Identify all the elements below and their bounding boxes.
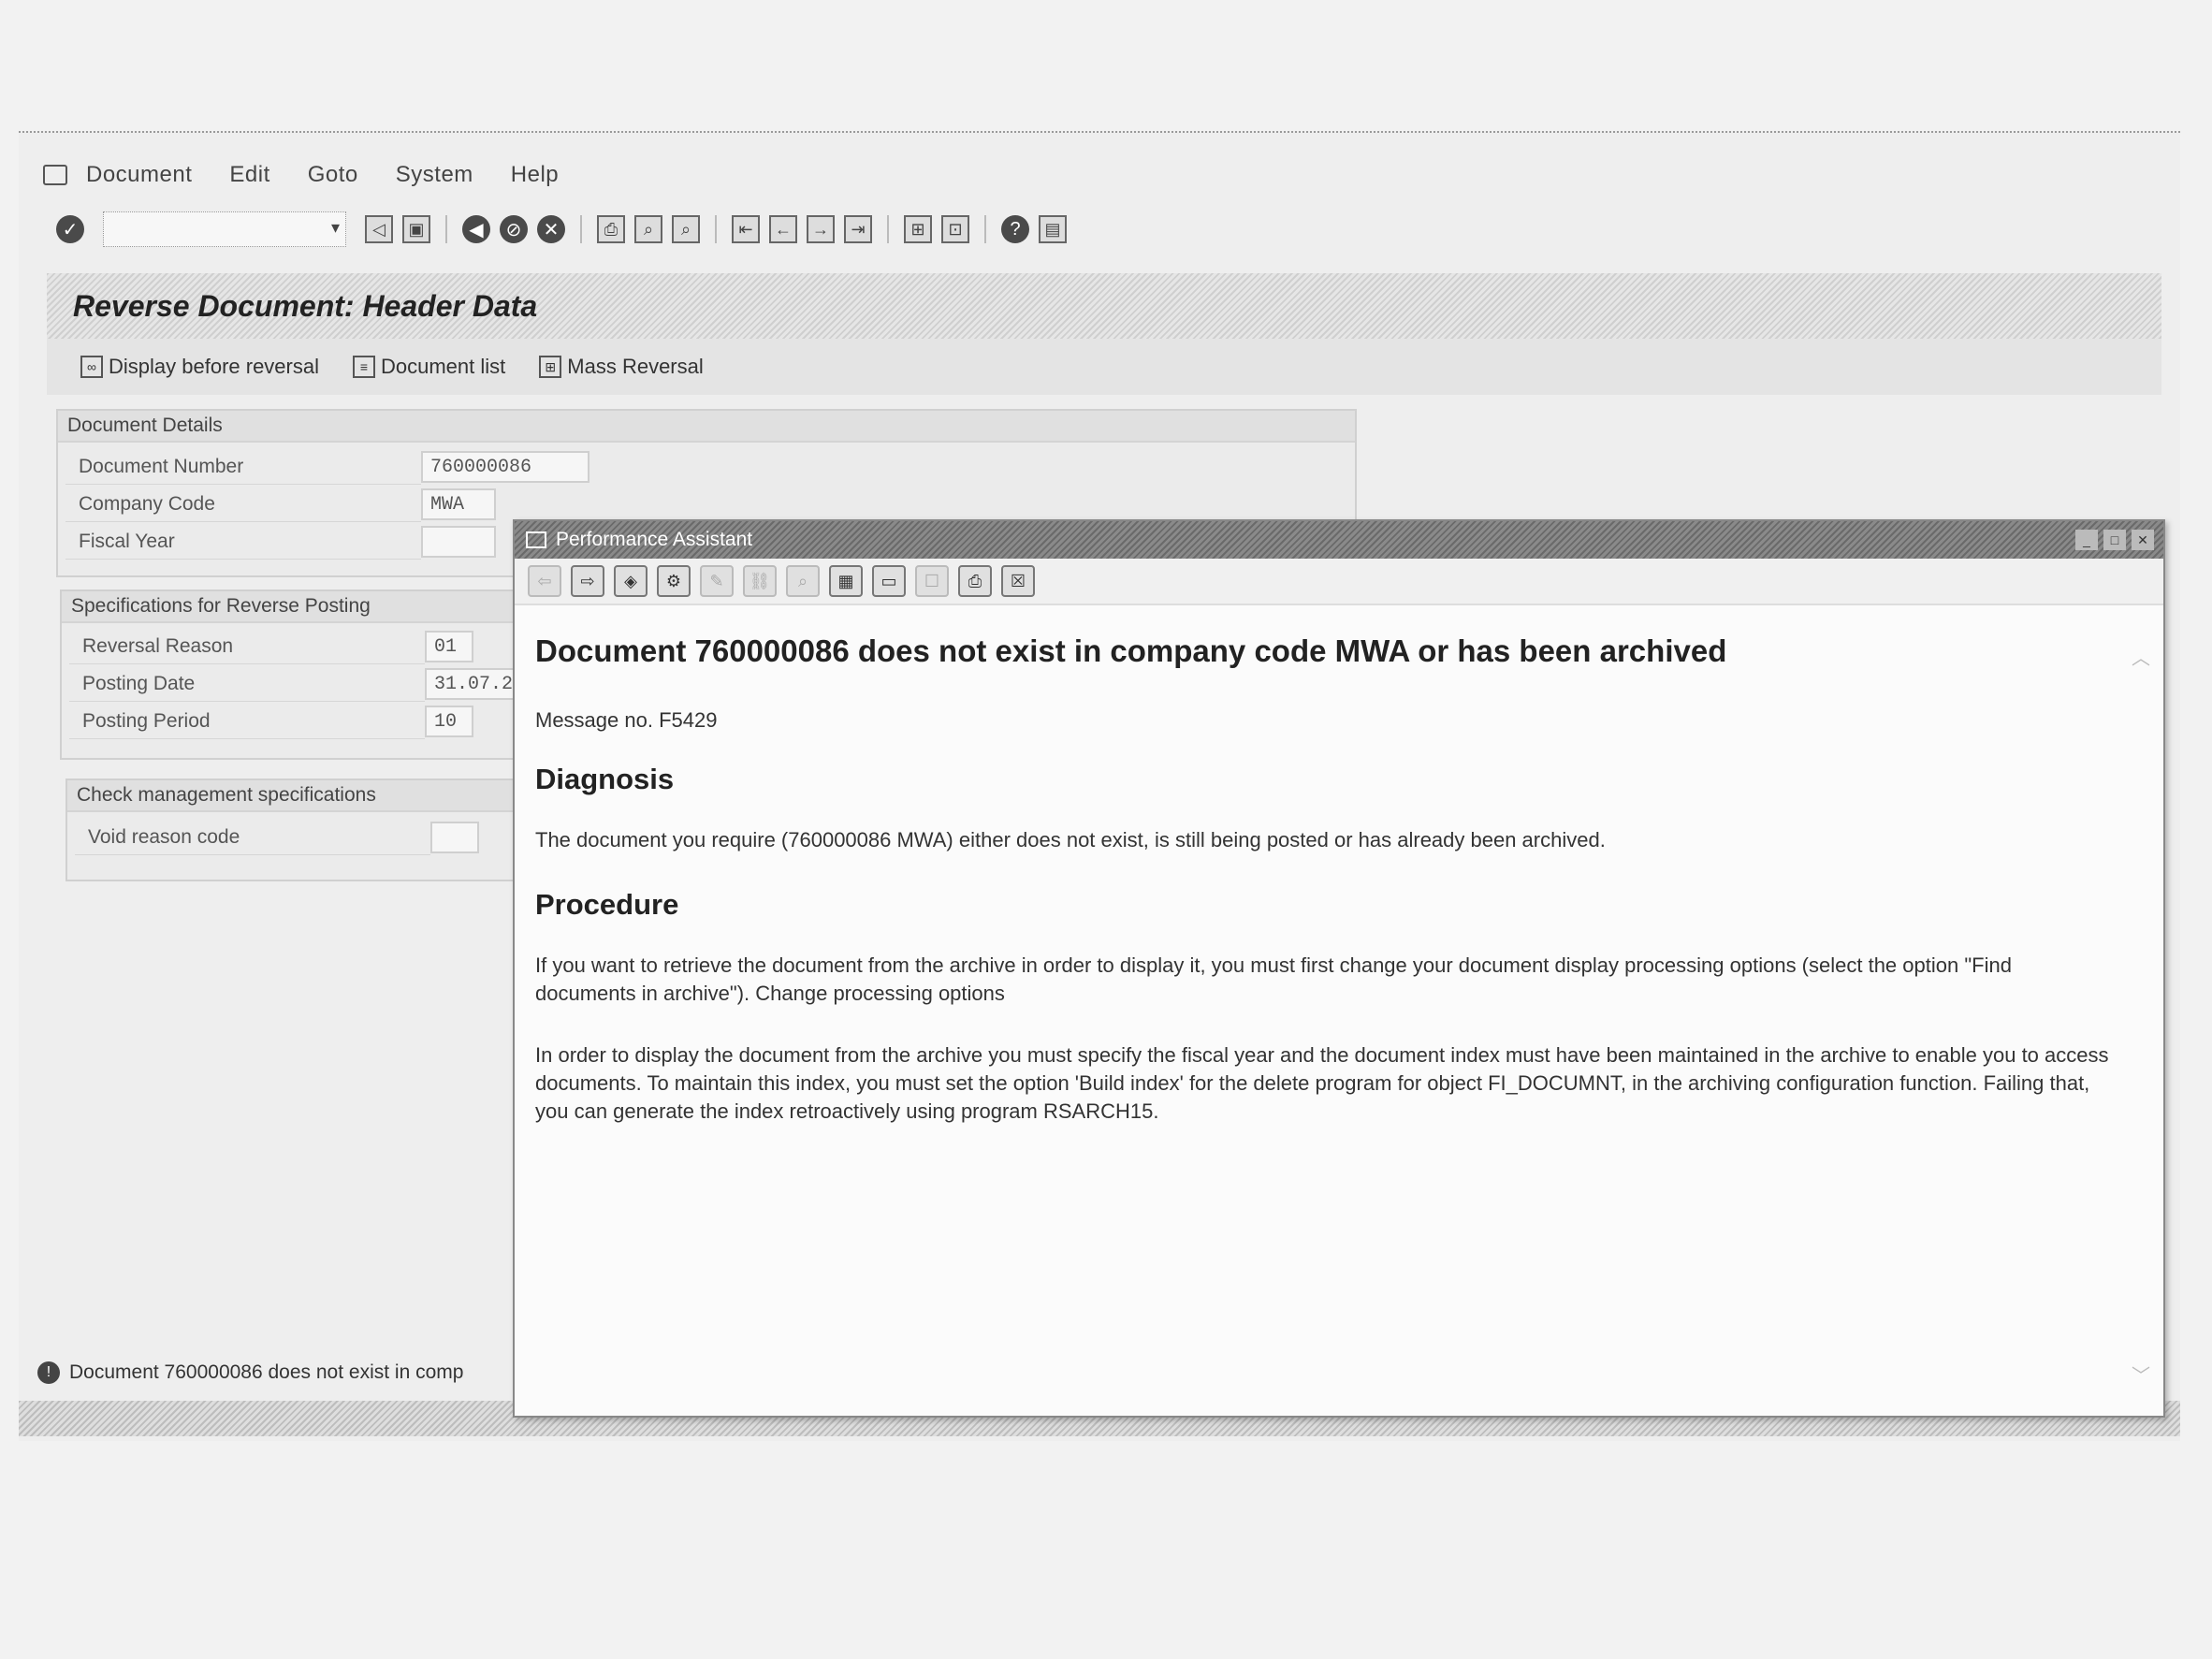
posting-period-field[interactable]: 10 [425, 706, 473, 737]
change-processing-options-link[interactable]: Change processing options [755, 982, 1005, 1005]
settings-icon[interactable]: ⚙ [657, 565, 691, 597]
company-code-label: Company Code [65, 487, 421, 522]
window-icon [526, 531, 546, 548]
note-icon[interactable]: ▭ [872, 565, 906, 597]
print-icon[interactable]: ⎙ [958, 565, 992, 597]
toolbar-separator [715, 215, 717, 243]
help-icon[interactable]: ? [1001, 215, 1029, 243]
scroll-up-icon[interactable]: ︿ [2132, 643, 2150, 670]
message-heading: Document 760000086 does not exist in com… [535, 633, 1727, 668]
posting-period-label: Posting Period [69, 704, 425, 739]
last-page-icon[interactable]: ⇥ [844, 215, 872, 243]
menu-help[interactable]: Help [511, 162, 559, 188]
next-page-icon[interactable]: → [807, 215, 835, 243]
fiscal-year-label: Fiscal Year [65, 524, 421, 560]
dialog-content: Document 760000086 does not exist in com… [535, 633, 2117, 1159]
posting-period-row: Posting Period 10 [69, 704, 473, 739]
dialog-title: Performance Assistant [556, 529, 753, 550]
edit-icon[interactable]: ✎ [700, 565, 734, 597]
reversal-reason-field[interactable]: 01 [425, 631, 473, 662]
dialog-title-bar: Performance Assistant _ □ ✕ [515, 521, 2163, 559]
group-title: Specifications for Reverse Posting [62, 591, 563, 623]
maximize-icon[interactable]: □ [2103, 530, 2126, 550]
toolbar-separator [445, 215, 447, 243]
document-number-row: Document Number 760000086 [65, 449, 589, 485]
document-number-label: Document Number [65, 449, 421, 485]
document-list-button[interactable]: ≡ Document list [352, 355, 505, 379]
new-session-icon[interactable]: ⊞ [904, 215, 932, 243]
close-icon[interactable]: ✕ [2132, 530, 2154, 550]
performance-assistant-dialog: Performance Assistant _ □ ✕ ⇦ ⇨ ◈ ⚙ ✎ ⛓ … [513, 519, 2165, 1418]
group-title: Document Details [58, 411, 1355, 443]
document-number-field[interactable]: 760000086 [421, 451, 589, 483]
company-code-field[interactable]: MWA [421, 488, 496, 520]
back-arrow-icon[interactable]: ⇦ [528, 565, 561, 597]
group-title: Check management specifications [67, 780, 563, 812]
table-icon[interactable]: ▦ [829, 565, 863, 597]
void-reason-label: Void reason code [75, 820, 430, 855]
procedure-paragraph-1: If you want to retrieve the document fro… [535, 952, 2117, 1008]
mass-reversal-button[interactable]: ⊞ Mass Reversal [539, 355, 704, 379]
previous-page-icon[interactable]: ← [769, 215, 797, 243]
menu-bar: Document Edit Goto System Help [19, 152, 2152, 198]
print-icon[interactable]: ⎙ [597, 215, 625, 243]
info-icon: ! [37, 1361, 60, 1384]
back-icon[interactable]: ◀ [462, 215, 490, 243]
save-icon[interactable]: ▣ [402, 215, 430, 243]
menu-system[interactable]: System [396, 162, 473, 188]
technical-info-icon[interactable]: ◈ [614, 565, 648, 597]
application-toolbar: ∞ Display before reversal ≡ Document lis… [47, 339, 2161, 395]
mass-reversal-icon: ⊞ [539, 356, 562, 378]
search-icon[interactable]: ⌕ [786, 565, 820, 597]
posting-date-label: Posting Date [69, 666, 425, 702]
menu-edit[interactable]: Edit [229, 162, 269, 188]
dialog-toolbar: ⇦ ⇨ ◈ ⚙ ✎ ⛓ ⌕ ▦ ▭ ☐ ⎙ ☒ [515, 559, 2163, 605]
exit-icon[interactable]: ⊘ [500, 215, 528, 243]
layout-menu-icon[interactable]: ▤ [1039, 215, 1067, 243]
window-menu-icon[interactable] [43, 165, 67, 185]
procedure-text-2: In order to display the document from th… [535, 1043, 2109, 1123]
standard-toolbar: ✓ ▾ ◁ ▣ ◀ ⊘ ✕ ⎙ ⌕ ⌕ ⇤ ← → ⇥ ⊞ ⊡ ? ▤ [56, 206, 1179, 253]
procedure-heading: Procedure [535, 888, 679, 921]
diagnosis-heading: Diagnosis [535, 763, 675, 795]
shortcut-icon[interactable]: ⊡ [941, 215, 969, 243]
scroll-down-icon[interactable]: ﹀ [2132, 1361, 2150, 1388]
toolbar-separator [887, 215, 889, 243]
window-controls: _ □ ✕ [2075, 530, 2163, 550]
posting-date-row: Posting Date 31.07.20 [69, 666, 528, 702]
fiscal-year-field[interactable] [421, 526, 496, 558]
chevron-down-icon[interactable]: ▾ [331, 218, 340, 238]
forward-arrow-icon[interactable]: ⇨ [571, 565, 604, 597]
toolbar-separator [984, 215, 986, 243]
menu-goto[interactable]: Goto [308, 162, 358, 188]
void-reason-row: Void reason code [75, 820, 479, 855]
display-before-reversal-button[interactable]: ∞ Display before reversal [80, 355, 319, 379]
status-bar: ! Document 760000086 does not exist in c… [37, 1354, 561, 1391]
status-message[interactable]: Document 760000086 does not exist in com… [69, 1361, 463, 1384]
reversal-reason-row: Reversal Reason 01 [69, 629, 473, 664]
link-icon[interactable]: ⛓ [743, 565, 777, 597]
void-reason-field[interactable] [430, 822, 479, 853]
bookmark-icon[interactable]: ☐ [915, 565, 949, 597]
cancel-icon[interactable]: ✕ [537, 215, 565, 243]
enter-icon[interactable]: ✓ [56, 215, 84, 243]
diagnosis-text: The document you require (760000086 MWA)… [535, 828, 1606, 851]
command-field[interactable]: ▾ [103, 211, 346, 247]
company-code-row: Company Code MWA [65, 487, 496, 522]
toolbar-separator [580, 215, 582, 243]
list-icon: ≡ [352, 356, 375, 378]
screen-title-bar: Reverse Document: Header Data [47, 273, 2161, 339]
page-title: Reverse Document: Header Data [73, 288, 538, 323]
reversal-reason-label: Reversal Reason [69, 629, 425, 664]
back-arrow-icon[interactable]: ◁ [365, 215, 393, 243]
find-icon[interactable]: ⌕ [634, 215, 662, 243]
first-page-icon[interactable]: ⇤ [732, 215, 760, 243]
menu-document[interactable]: Document [86, 162, 192, 188]
message-number: Message no. F5429 [535, 708, 718, 732]
glasses-icon: ∞ [80, 356, 103, 378]
close-window-icon[interactable]: ☒ [1001, 565, 1035, 597]
minimize-icon[interactable]: _ [2075, 530, 2098, 550]
fiscal-year-row: Fiscal Year [65, 524, 496, 560]
find-next-icon[interactable]: ⌕ [672, 215, 700, 243]
